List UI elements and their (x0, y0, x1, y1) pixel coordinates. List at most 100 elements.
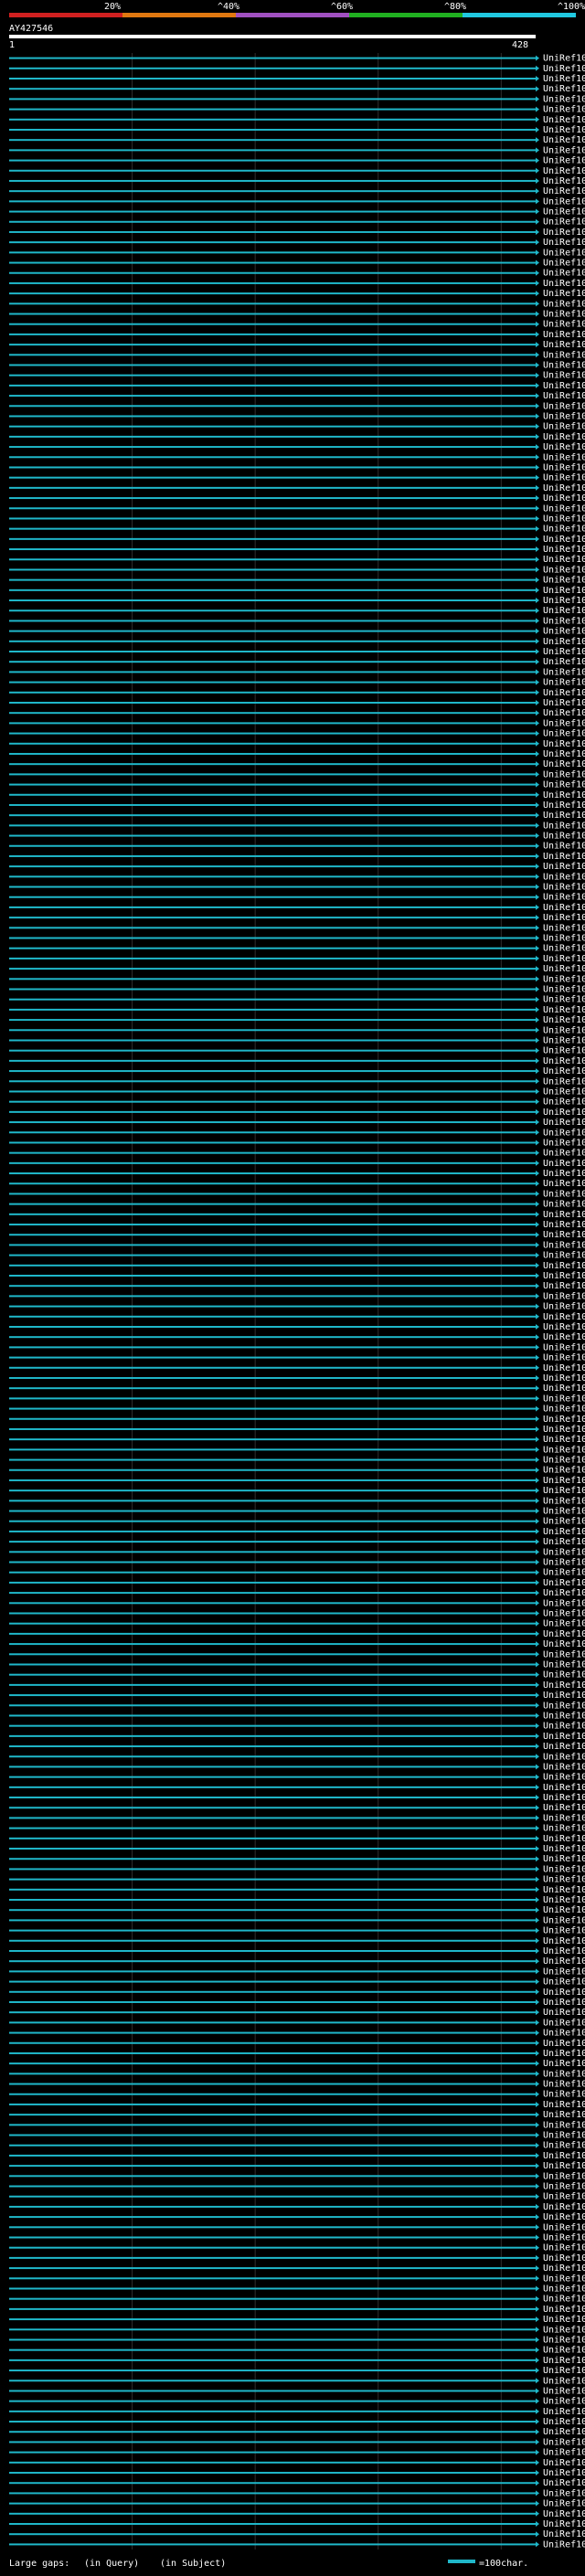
hit-bar[interactable] (9, 844, 536, 847)
hit-bar[interactable] (9, 2390, 536, 2392)
hit-label[interactable]: UniRef100_P07190 (543, 576, 585, 586)
hit-bar[interactable] (9, 88, 536, 90)
hit-label[interactable]: UniRef100_P19312 (543, 1332, 585, 1342)
hit-label[interactable]: UniRef100_Q40004 (543, 1783, 585, 1793)
hit-bar[interactable] (9, 588, 536, 591)
hit-label[interactable]: UniRef100_Q9SWX1 (543, 2212, 585, 2222)
hit-label[interactable]: UniRef100_Q43115 (543, 269, 585, 279)
hit-bar[interactable] (9, 1244, 536, 1246)
hit-label[interactable]: UniRef100_Q49128 (543, 1456, 585, 1466)
hit-bar[interactable] (9, 98, 536, 101)
hit-label[interactable]: UniRef100_Q9ZW67 (543, 1875, 585, 1885)
hit-bar[interactable] (9, 1275, 536, 1277)
hit-bar[interactable] (9, 1530, 536, 1532)
hit-label[interactable]: UniRef100_Q22572 (543, 1476, 585, 1486)
hit-label[interactable]: UniRef100_Q6RWD8 (543, 504, 585, 514)
hit-bar[interactable] (9, 1919, 536, 1922)
hit-bar[interactable] (9, 2492, 536, 2495)
hit-label[interactable]: UniRef100_Q84NG4 (543, 1302, 585, 1312)
hit-bar[interactable] (9, 1581, 536, 1584)
hit-bar[interactable] (9, 302, 536, 305)
hit-bar[interactable] (9, 2400, 536, 2402)
hit-label[interactable]: UniRef100_Q9YT39 (543, 647, 585, 657)
hit-label[interactable]: UniRef100_Q8VTT1 (543, 1691, 585, 1701)
hit-bar[interactable] (9, 517, 536, 520)
hit-bar[interactable] (9, 1131, 536, 1134)
hit-label[interactable]: UniRef100_Q9FR24 (543, 1977, 585, 1988)
hit-label[interactable]: UniRef100_Q24045 (543, 1394, 585, 1404)
hit-label[interactable]: UniRef100_P00865 (543, 186, 585, 196)
hit-bar[interactable] (9, 1141, 536, 1144)
hit-bar[interactable] (9, 834, 536, 837)
hit-bar[interactable] (9, 537, 536, 540)
hit-bar[interactable] (9, 2216, 536, 2219)
hit-label[interactable]: UniRef100_Q9LEI0 (543, 627, 585, 637)
hit-label[interactable]: UniRef100_Q2Q0T7 (543, 525, 585, 535)
hit-label[interactable]: UniRef100_A9MN33 (543, 2427, 585, 2437)
hit-bar[interactable] (9, 1970, 536, 1973)
hit-label[interactable]: UniRef100_P50156 (543, 299, 585, 309)
hit-bar[interactable] (9, 2011, 536, 2014)
hit-label[interactable]: UniRef100_Q9AUJ6 (543, 2161, 585, 2171)
hit-bar[interactable] (9, 1346, 536, 1349)
hit-bar[interactable] (9, 292, 536, 295)
hit-label[interactable]: UniRef100_Q9SWX0 (543, 1905, 585, 1915)
hit-bar[interactable] (9, 2124, 536, 2126)
hit-label[interactable]: UniRef100_Q9XGS5 (543, 596, 585, 606)
hit-bar[interactable] (9, 1939, 536, 1942)
hit-label[interactable]: UniRef100_P07179 (543, 832, 585, 842)
hit-label[interactable]: UniRef100_Q5ZF97 (543, 1486, 585, 1496)
hit-label[interactable]: UniRef100_Q9KQP7 (543, 2397, 585, 2407)
hit-bar[interactable] (9, 1612, 536, 1615)
hit-label[interactable]: UniRef100_P00868 (543, 1946, 585, 1956)
hit-bar[interactable] (9, 957, 536, 959)
hit-bar[interactable] (9, 2380, 536, 2382)
hit-bar[interactable] (9, 1837, 536, 1839)
hit-bar[interactable] (9, 2195, 536, 2198)
hit-bar[interactable] (9, 118, 536, 121)
hit-label[interactable]: UniRef100_A9XP20 (543, 903, 585, 913)
hit-label[interactable]: UniRef100_Q10625 (543, 1240, 585, 1250)
hit-label[interactable]: UniRef100_Q10630 (543, 1507, 585, 1517)
hit-label[interactable]: UniRef100_P00871 (543, 2049, 585, 2059)
hit-bar[interactable] (9, 773, 536, 776)
hit-label[interactable]: UniRef100_Q06184 (543, 769, 585, 779)
hit-bar[interactable] (9, 1213, 536, 1215)
hit-bar[interactable] (9, 344, 536, 346)
hit-label[interactable]: UniRef100_Q22573 (543, 1466, 585, 1476)
hit-bar[interactable] (9, 1387, 536, 1390)
hit-bar[interactable] (9, 1643, 536, 1646)
hit-bar[interactable] (9, 2461, 536, 2464)
hit-label[interactable]: UniRef100_Q3T1K4 (543, 1128, 585, 1138)
hit-bar[interactable] (9, 968, 536, 970)
hit-label[interactable]: UniRef100_P06474 (543, 545, 585, 555)
hit-bar[interactable] (9, 1848, 536, 1850)
hit-label[interactable]: UniRef100_Q2HV80 (543, 1670, 585, 1680)
hit-label[interactable]: UniRef100_Q39745 (543, 1066, 585, 1076)
hit-label[interactable]: UniRef100_B6RH04 (543, 1813, 585, 1823)
hit-label[interactable]: UniRef100_B9T1N0 (543, 54, 585, 64)
hit-label[interactable]: UniRef100_Q10624 (543, 1179, 585, 1189)
hit-label[interactable]: UniRef100_Q9FUJ9 (543, 207, 585, 217)
hit-label[interactable]: UniRef100_Q41373 (543, 1752, 585, 1762)
hit-label[interactable]: UniRef100_Q39743 (543, 1076, 585, 1087)
hit-bar[interactable] (9, 486, 536, 489)
hit-bar[interactable] (9, 803, 536, 806)
hit-bar[interactable] (9, 1458, 536, 1461)
hit-bar[interactable] (9, 1080, 536, 1083)
hit-label[interactable]: UniRef100_A9PF56 (543, 759, 585, 769)
hit-bar[interactable] (9, 1858, 536, 1860)
hit-label[interactable]: UniRef100_A9XP21 (543, 954, 585, 964)
hit-label[interactable]: UniRef100_Q9FR22 (543, 1956, 585, 1966)
hit-label[interactable]: UniRef100_Q10782 (543, 1159, 585, 1169)
hit-label[interactable]: UniRef100_Q84LN2 (543, 2274, 585, 2284)
hit-bar[interactable] (9, 793, 536, 796)
hit-label[interactable]: UniRef100_Q9ZR16 (543, 1895, 585, 1905)
hit-label[interactable]: UniRef100_Q9SE89 (543, 678, 585, 688)
hit-label[interactable]: UniRef100_Q9XG20 (543, 2295, 585, 2305)
hit-label[interactable]: UniRef100_A7L1T5 (543, 259, 585, 269)
hit-label[interactable]: UniRef100_P29684 (543, 217, 585, 228)
hit-label[interactable]: UniRef100_Q9S9D0 (543, 2018, 585, 2028)
hit-bar[interactable] (9, 2021, 536, 2024)
hit-label[interactable]: UniRef100_A9PJH7 (543, 320, 585, 330)
